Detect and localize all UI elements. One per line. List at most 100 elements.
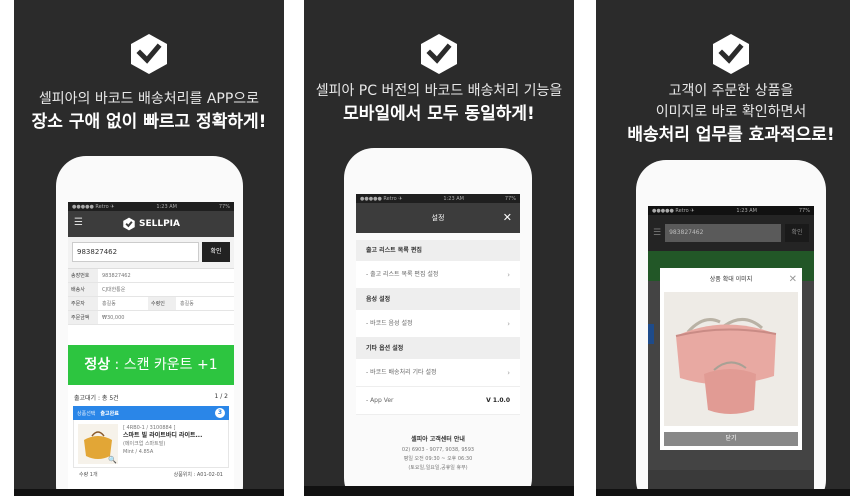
sellpia-logo-icon — [131, 34, 167, 74]
modal-title: 상품 확대 이미지 — [709, 276, 753, 283]
amount-value: ₩30,000 — [102, 314, 125, 321]
section-other: 기타 옵션 설정 — [356, 338, 520, 359]
settings-header: 설정 ✕ — [356, 203, 520, 233]
settings-title: 설정 — [431, 214, 445, 222]
chevron-right-icon: › — [507, 369, 510, 377]
courier-row: 배송사 CJ대한통운 — [68, 283, 234, 297]
panel-bottom-bar — [14, 489, 284, 496]
panel-bottom-bar — [596, 489, 850, 496]
section-list-edit: 출고 리스트 목록 편집 — [356, 240, 520, 261]
scan-status: 정상 — [84, 357, 111, 373]
setting-other[interactable]: - 바코드 배송처리 기타 설정 › — [356, 359, 520, 387]
phone-screen: ●●●●● Retro ✈ 1:23 AM 77% ☰ 983827462 확인… — [648, 206, 814, 496]
barcode-input[interactable]: 983827462 — [72, 242, 199, 262]
setting-other-label: - 바코드 배송처리 기타 설정 — [366, 369, 437, 376]
app-version-value: V 1.0.0 — [486, 397, 510, 404]
panel3-line1: 고객이 주문한 상품을 — [668, 83, 794, 99]
orderer-value: 홍길동 — [102, 301, 116, 307]
sellpia-logo-icon — [421, 34, 457, 74]
product-option: (메이크업 스마트빌) — [123, 441, 166, 447]
center-hours: 평일 오전 09:30 ~ 오후 06:30 — [403, 456, 473, 462]
zoom-icon[interactable]: 🔍 — [108, 456, 117, 464]
status-battery: 77% — [504, 195, 516, 202]
product-list-item[interactable]: 🔍 [ 4RB0-1 / 3100884 ] 스마트 빌 라이트바디 라이트..… — [73, 420, 229, 468]
setting-list-edit-label: - 출고 리스트 목록 편집 설정 — [366, 271, 439, 278]
chevron-right-icon: › — [507, 320, 510, 328]
center-note: (토요일,일요일,공휴일 휴무) — [408, 465, 468, 471]
product-code: [ 4RB0-1 / 3100884 ] — [123, 425, 176, 431]
order-info-table: 송장번호 983827462 배송사 CJ대한통운 주문자 홍길동 수령인 홍길… — [68, 268, 234, 325]
list-page: 1 / 2 — [214, 393, 228, 400]
invoice-value: 983827462 — [102, 272, 131, 279]
status-battery: 77% — [798, 207, 810, 214]
modal-header: 상품 확대 이미지 ✕ — [660, 268, 802, 292]
status-battery: 77% — [218, 203, 230, 210]
pink-purse-icon — [675, 318, 777, 414]
brand-logo-icon — [123, 217, 135, 231]
menu-icon[interactable]: ☰ — [74, 218, 83, 228]
panel1-line2: 장소 구애 없이 빠르고 정확하게! — [31, 112, 267, 132]
status-carrier: ●●●●● Retro ✈ — [72, 203, 115, 210]
status-time: 1:23 AM — [156, 203, 177, 210]
dim-header: ☰ 983827462 확인 — [648, 215, 814, 251]
brand-name: SELLPIA — [138, 219, 180, 229]
panel3-headline: 고객이 주문한 상품을 이미지로 바로 확인하면서 배송처리 업무를 효과적으로… — [596, 81, 850, 146]
scan-status-banner: 정상 : 스캔 카운트 +1 — [68, 345, 234, 385]
product-name: 스마트 빌 라이트바디 라이트... — [123, 432, 203, 439]
product-meta-row: 수량 1개 상품위치 : A01-02-01 — [73, 468, 229, 482]
product-thumbnail: 🔍 — [78, 424, 118, 464]
close-icon[interactable]: ✕ — [503, 203, 512, 233]
receiver-value: 홍길동 — [180, 301, 194, 307]
center-phone[interactable]: 02) 6903 - 9077, 9038, 9593 — [356, 446, 520, 455]
list-title: 출고대기 : 총 5건 — [74, 395, 119, 402]
promo-stage: 셀피아의 바코드 배송처리를 APP으로 장소 구애 없이 빠르고 정확하게! … — [0, 0, 850, 496]
setting-list-edit[interactable]: - 출고 리스트 목록 편집 설정 › — [356, 261, 520, 289]
invoice-row: 송장번호 983827462 — [68, 269, 234, 283]
orderer-row: 주문자 홍길동 수령인 홍길동 — [68, 297, 234, 311]
phone-frame: ●●●●● Retro ✈ 1:23 AM 77% ☰ SELLPIA 9838… — [56, 156, 243, 496]
modal-close-button[interactable]: 닫기 — [664, 432, 798, 446]
panel3-line2: 이미지로 바로 확인하면서 — [655, 104, 807, 120]
phone-frame: ●●●●● Retro ✈ 1:23 AM 77% ☰ 983827462 확인… — [636, 160, 826, 496]
product-details: [ 4RB0-1 / 3100884 ] 스마트 빌 라이트바디 라이트... … — [123, 424, 224, 463]
list-tab-bar[interactable]: 상품선택 출고완료 3 — [73, 406, 229, 420]
panel-bottom-bar — [304, 486, 574, 496]
product-size: Mint / 4.85A — [123, 449, 154, 455]
panel3-line3: 배송처리 업무를 효과적으로! — [627, 125, 835, 145]
section-voice: 음성 설정 — [356, 289, 520, 310]
dim-tab-edge — [648, 324, 654, 344]
product-image — [664, 292, 798, 426]
status-time: 1:23 AM — [443, 195, 464, 202]
status-carrier: ●●●●● Retro ✈ — [360, 195, 403, 202]
sellpia-logo-icon — [713, 34, 749, 74]
phone-screen: ●●●●● Retro ✈ 1:23 AM 77% 설정 ✕ 출고 리스트 목록… — [356, 194, 520, 496]
orderer-label: 주문자 — [68, 297, 98, 310]
courier-value: CJ대한통운 — [102, 287, 126, 293]
promo-panel-barcode-app: 셀피아의 바코드 배송처리를 APP으로 장소 구애 없이 빠르고 정확하게! … — [14, 0, 284, 496]
app-header: ☰ SELLPIA — [68, 211, 234, 237]
status-bar: ●●●●● Retro ✈ 1:23 AM 77% — [68, 202, 234, 211]
confirm-button: 확인 — [785, 224, 809, 242]
receiver-label: 수령인 — [148, 297, 176, 310]
customer-center: 셀피아 고객센터 안내 02) 6903 - 9077, 9038, 9593 … — [356, 435, 520, 473]
panel1-headline: 셀피아의 바코드 배송처리를 APP으로 장소 구애 없이 빠르고 정확하게! — [14, 89, 284, 133]
app-version-row: - App Ver V 1.0.0 — [356, 387, 520, 415]
confirm-button[interactable]: 확인 — [202, 242, 230, 262]
modal-close-icon[interactable]: ✕ — [789, 268, 797, 292]
amount-row: 주문금액 ₩30,000 — [68, 311, 234, 325]
chevron-right-icon: › — [507, 271, 510, 279]
status-time: 1:23 AM — [736, 207, 757, 214]
tab-select-product[interactable]: 상품선택 — [77, 410, 95, 417]
panel2-line1: 셀피아 PC 버전의 바코드 배송처리 기능을 — [315, 83, 563, 99]
promo-panel-image-view: 고객이 주문한 상품을 이미지로 바로 확인하면서 배송처리 업무를 효과적으로… — [596, 0, 850, 496]
setting-voice[interactable]: - 바코드 음성 설정 › — [356, 310, 520, 338]
phone-frame: ●●●●● Retro ✈ 1:23 AM 77% 설정 ✕ 출고 리스트 목록… — [344, 148, 532, 496]
status-carrier: ●●●●● Retro ✈ — [652, 207, 695, 214]
status-bar: ●●●●● Retro ✈ 1:23 AM 77% — [648, 206, 814, 215]
promo-panel-settings: 셀피아 PC 버전의 바코드 배송처리 기능을 모바일에서 모두 동일하게! ●… — [304, 0, 574, 496]
invoice-label: 송장번호 — [68, 269, 98, 282]
tab-shipped[interactable]: 출고완료 — [100, 410, 118, 417]
courier-label: 배송사 — [68, 283, 98, 296]
status-bar: ●●●●● Retro ✈ 1:23 AM 77% — [356, 194, 520, 203]
scan-text: : 스캔 카운트 +1 — [110, 357, 218, 373]
